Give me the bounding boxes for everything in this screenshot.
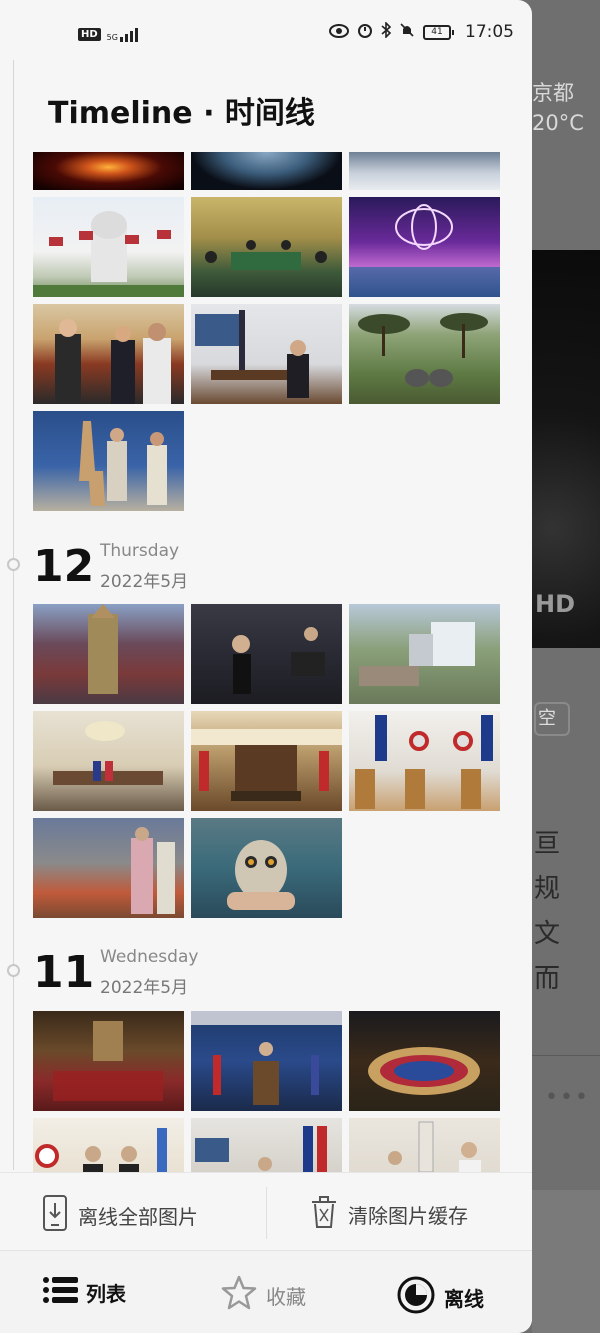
- photo-thumbnail[interactable]: [349, 304, 500, 404]
- timeline-content[interactable]: 12 Thursday 2022年5月 11 Wednesday 2022年5月: [0, 152, 532, 1172]
- photo-thumbnail[interactable]: [191, 1011, 342, 1111]
- photo-thumbnail[interactable]: [33, 197, 184, 297]
- network-type: 5G: [106, 33, 118, 42]
- photo-thumbnail[interactable]: [349, 711, 500, 811]
- weather-temp: 20°C: [532, 111, 584, 135]
- action-divider: [266, 1187, 267, 1239]
- action-bar: 离线全部图片 清除图片缓存: [0, 1172, 532, 1250]
- photo-thumbnail[interactable]: [191, 152, 342, 190]
- date-weekday: Wednesday: [100, 947, 199, 967]
- alarm-icon: [357, 22, 373, 42]
- photo-thumbnail[interactable]: [191, 604, 342, 704]
- page-title: Timeline · 时间线: [48, 96, 315, 131]
- date-day: 12: [33, 541, 95, 592]
- photo-thumbnail[interactable]: [191, 818, 342, 918]
- list-icon: [42, 1275, 78, 1310]
- photo-thumbnail[interactable]: [349, 197, 500, 297]
- weather-city: 京都: [532, 81, 574, 105]
- photo-thumbnail[interactable]: [33, 304, 184, 404]
- tab-offline-label: 离线: [444, 1287, 484, 1311]
- background-hd-label: HD: [535, 590, 576, 618]
- date-month: 2022年5月: [100, 978, 189, 998]
- background-more-icon: •••: [545, 1085, 590, 1110]
- photo-thumbnail[interactable]: [33, 152, 184, 190]
- background-text-line: 文: [534, 919, 561, 949]
- offline-all-button[interactable]: 离线全部图片: [42, 1195, 198, 1236]
- offline-all-label: 离线全部图片: [78, 1205, 198, 1229]
- tab-offline[interactable]: 离线: [396, 1275, 484, 1320]
- bottom-tab-bar: 列表 收藏 离线: [0, 1250, 532, 1333]
- hd-badge: HD: [78, 27, 101, 41]
- background-weather: 京都 20°C: [532, 78, 584, 138]
- eye-icon: [329, 23, 349, 42]
- photo-thumbnail[interactable]: [349, 1011, 500, 1111]
- status-bar: HD 5G 41 17:05: [0, 0, 532, 70]
- trash-icon: [310, 1195, 338, 1234]
- status-time: 17:05: [465, 22, 514, 42]
- photo-thumbnail[interactable]: [191, 711, 342, 811]
- background-text-line: 亘: [534, 829, 561, 859]
- photo-thumbnail[interactable]: [33, 818, 184, 918]
- battery-level: 41: [431, 26, 443, 37]
- photo-thumbnail[interactable]: [33, 711, 184, 811]
- background-text-line: 而: [534, 964, 561, 994]
- date-month: 2022年5月: [100, 572, 189, 592]
- clear-cache-label: 清除图片缓存: [348, 1204, 468, 1228]
- tab-list-label: 列表: [86, 1282, 126, 1306]
- photo-thumbnail[interactable]: [349, 152, 500, 190]
- background-image: [532, 250, 600, 648]
- photo-thumbnail[interactable]: [191, 197, 342, 297]
- photo-thumbnail[interactable]: [33, 1118, 184, 1172]
- photo-thumbnail[interactable]: [33, 1011, 184, 1111]
- date-weekday: Thursday: [100, 541, 180, 561]
- photo-thumbnail[interactable]: [349, 604, 500, 704]
- photo-thumbnail[interactable]: [191, 304, 342, 404]
- tab-favorites[interactable]: 收藏: [220, 1275, 306, 1316]
- photo-thumbnail[interactable]: [191, 1118, 342, 1172]
- date-day: 11: [33, 947, 95, 998]
- tab-list[interactable]: 列表: [42, 1275, 126, 1310]
- photo-thumbnail[interactable]: [349, 1118, 500, 1172]
- tab-favorites-label: 收藏: [266, 1285, 306, 1309]
- timeline-drawer: HD 5G 41 17:05 Timeline · 时间线 12 Thursda…: [0, 0, 532, 1333]
- background-text-line: 规: [534, 874, 561, 904]
- background-chip: 空: [534, 702, 570, 736]
- bluetooth-icon: [381, 21, 392, 42]
- background-bottom-area: [532, 1190, 600, 1333]
- background-text: 亘 规 文 而: [534, 822, 600, 1002]
- offline-icon: [396, 1275, 436, 1320]
- photo-thumbnail[interactable]: [33, 411, 184, 511]
- background-divider: [532, 1055, 600, 1056]
- clear-cache-button[interactable]: 清除图片缓存: [310, 1195, 468, 1234]
- photo-thumbnail[interactable]: [33, 604, 184, 704]
- signal-icon: 5G: [107, 26, 138, 42]
- star-icon: [220, 1275, 258, 1316]
- mute-icon: [399, 22, 415, 42]
- battery-icon: 41: [423, 24, 454, 40]
- download-phone-icon: [42, 1195, 68, 1236]
